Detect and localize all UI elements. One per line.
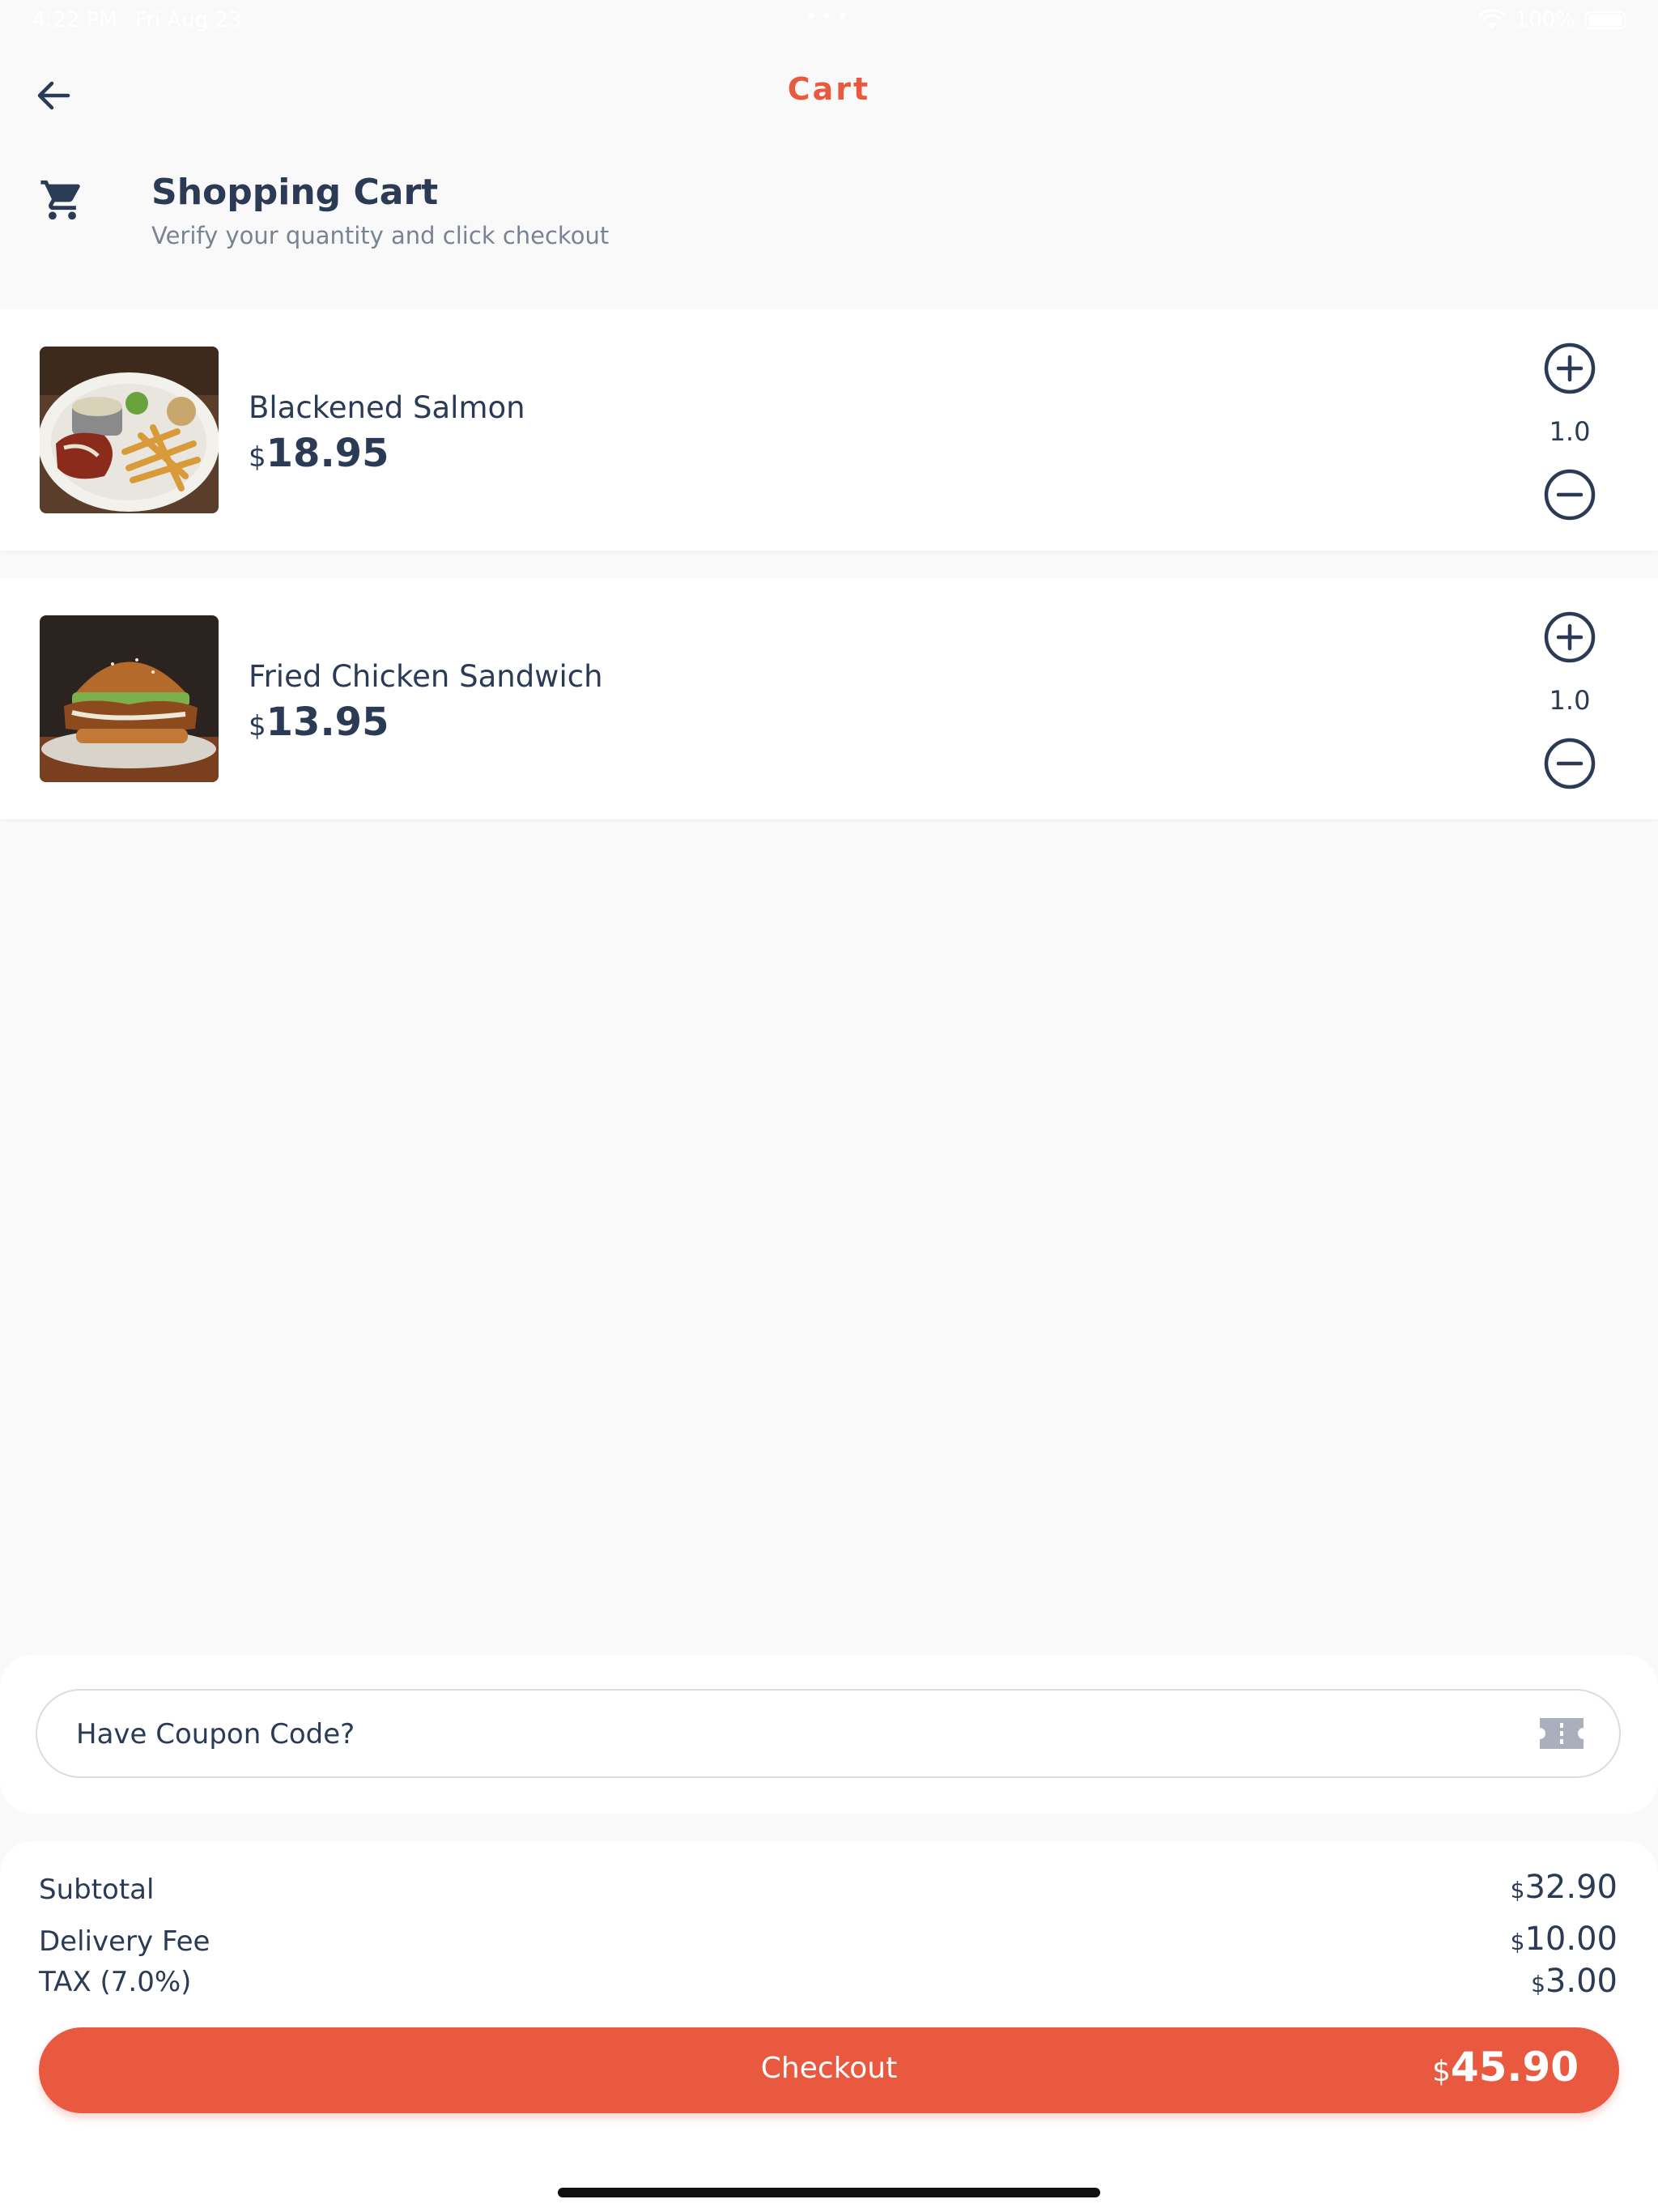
item-price-amount: 13.95	[266, 700, 389, 745]
checkout-currency: $	[1431, 2055, 1451, 2088]
wifi-icon	[1477, 10, 1506, 29]
battery-percent: 100%	[1515, 8, 1575, 32]
page-title: Cart	[787, 71, 871, 107]
tax-currency: $	[1531, 1971, 1545, 1997]
coupon-code-field[interactable]: Have Coupon Code?	[36, 1689, 1621, 1778]
subtotal-value: $32.90	[1511, 1869, 1618, 1906]
delivery-currency: $	[1510, 1929, 1525, 1955]
status-clock: 4:22 PM	[32, 8, 117, 32]
item-price-amount: 18.95	[266, 431, 389, 476]
item-currency: $	[249, 441, 266, 474]
section-title: Shopping Cart	[151, 172, 439, 213]
checkout-button[interactable]: Checkout $45.90	[39, 2027, 1619, 2113]
tax-value: $3.00	[1531, 1963, 1618, 2000]
ticket-icon[interactable]	[1537, 1715, 1587, 1752]
item-name: Fried Chicken Sandwich	[249, 659, 603, 694]
order-summary: Subtotal $32.90 Delivery Fee $10.00 TAX …	[0, 1841, 1658, 2212]
coupon-placeholder: Have Coupon Code?	[76, 1718, 355, 1750]
delivery-fee-label: Delivery Fee	[39, 1925, 210, 1958]
subtotal-label: Subtotal	[39, 1874, 155, 1906]
tax-amount: 3.00	[1545, 1963, 1618, 2000]
delivery-fee-value: $10.00	[1511, 1921, 1618, 1958]
checkout-total: $45.90	[1432, 2044, 1579, 2091]
increase-quantity-button[interactable]	[1543, 610, 1596, 664]
status-right: 100%	[1477, 8, 1626, 32]
section-subtitle: Verify your quantity and click checkout	[151, 222, 610, 249]
checkout-label: Checkout	[760, 2052, 898, 2085]
subtotal-amount: 32.90	[1524, 1869, 1618, 1906]
delivery-amount: 10.00	[1524, 1921, 1618, 1958]
item-price: $13.95	[249, 700, 389, 745]
food-image-chicken-sandwich	[40, 615, 219, 782]
minus-circle-icon	[1544, 469, 1596, 521]
quantity-value: 1.0	[1549, 685, 1591, 716]
cart-item: Fried Chicken Sandwich $13.95 1.0	[0, 578, 1658, 819]
multitasking-dots[interactable]: •••	[805, 5, 852, 29]
item-price: $18.95	[249, 431, 389, 476]
home-indicator[interactable]	[558, 2188, 1100, 2197]
checkout-total-amount: 45.90	[1450, 2044, 1579, 2091]
shopping-cart-icon	[39, 177, 86, 223]
decrease-quantity-button[interactable]	[1543, 737, 1596, 790]
item-name: Blackened Salmon	[249, 390, 525, 425]
cart-item: Blackened Salmon $18.95 1.0	[0, 309, 1658, 551]
increase-quantity-button[interactable]	[1543, 342, 1596, 395]
plus-circle-icon	[1544, 342, 1596, 394]
plus-circle-icon	[1544, 611, 1596, 663]
status-time: 4:22 PM Fri Aug 23	[32, 8, 241, 32]
item-currency: $	[249, 710, 266, 742]
coupon-card: Have Coupon Code?	[0, 1655, 1658, 1814]
minus-circle-icon	[1544, 738, 1596, 789]
status-bar: 4:22 PM Fri Aug 23 ••• 100%	[0, 0, 1658, 45]
status-date: Fri Aug 23	[135, 8, 242, 32]
battery-icon	[1585, 11, 1626, 29]
tax-label: TAX (7.0%)	[39, 1966, 192, 1998]
decrease-quantity-button[interactable]	[1543, 468, 1596, 521]
quantity-value: 1.0	[1549, 416, 1591, 447]
subtotal-currency: $	[1510, 1877, 1525, 1904]
food-image-salmon	[40, 347, 219, 513]
